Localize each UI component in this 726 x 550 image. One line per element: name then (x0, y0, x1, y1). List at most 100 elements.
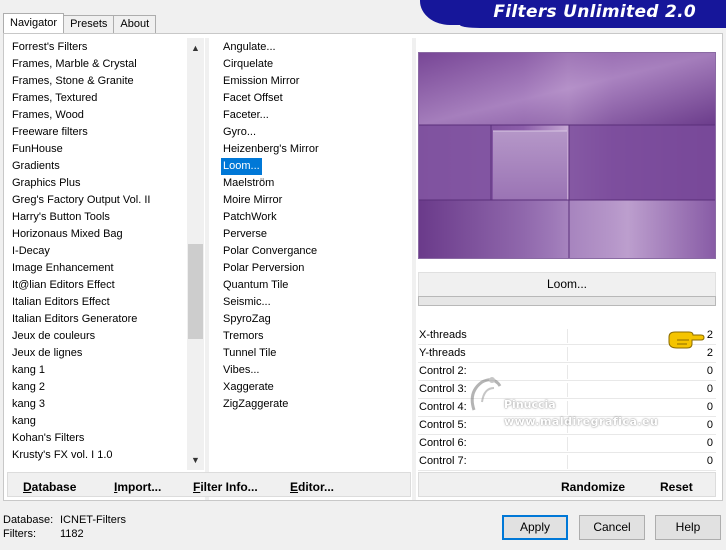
watermark-logo-icon (470, 377, 502, 411)
banner-underline (460, 25, 726, 28)
category-item[interactable]: FunHouse (12, 141, 63, 158)
filters-count-value: 1182 (60, 528, 84, 540)
scrollbar-thumb[interactable] (188, 244, 203, 339)
help-button[interactable]: Help (655, 515, 721, 540)
category-item[interactable]: Italian Editors Generatore (12, 311, 137, 328)
control-label: Control 4: (419, 401, 467, 413)
editor-button[interactable]: Editor... (290, 480, 334, 494)
category-item[interactable]: Krusty's FX vol. I 1.0 (12, 447, 113, 464)
watermark: Pinuccia www.maldiregrafica.eu (464, 372, 684, 442)
category-item[interactable]: Freeware filters (12, 124, 88, 141)
control-label: X-threads (419, 329, 467, 341)
category-item[interactable]: It@lian Editors Effect (12, 277, 115, 294)
list-divider (205, 38, 209, 500)
cancel-button[interactable]: Cancel (579, 515, 645, 540)
filter-item[interactable]: SpyroZag (221, 311, 273, 328)
pointing-hand-icon (665, 328, 705, 350)
filter-item[interactable]: Facet Offset (221, 90, 285, 107)
control-value: 0 (706, 383, 713, 395)
control-label: Y-threads (419, 347, 466, 359)
category-item[interactable]: Image Enhancement (12, 260, 114, 277)
category-item[interactable]: kang 3 (12, 396, 45, 413)
category-list[interactable]: Forrest's Filters Frames, Marble & Crysta… (7, 38, 187, 470)
category-item[interactable]: Italian Editors Effect (12, 294, 110, 311)
category-item[interactable]: I-Decay (12, 243, 50, 260)
filter-item[interactable]: ZigZaggerate (221, 396, 290, 413)
filter-item[interactable]: Heizenberg's Mirror (221, 141, 321, 158)
filter-item[interactable]: Polar Convergance (221, 243, 319, 260)
banner-title: Filters Unlimited 2.0 (493, 2, 696, 22)
controls-button-bar: Randomize Reset (418, 472, 716, 497)
control-label: Control 7: (419, 455, 467, 467)
database-button[interactable]: Database (23, 480, 76, 494)
watermark-url: www.maldiregrafica.eu (504, 415, 659, 428)
category-item[interactable]: Jeux de lignes (12, 345, 82, 362)
category-item[interactable]: kang 2 (12, 379, 45, 396)
control-slider-track[interactable] (567, 347, 568, 361)
import-button[interactable]: Import... (114, 480, 161, 494)
filter-item[interactable]: Moire Mirror (221, 192, 284, 209)
scroll-up-icon[interactable]: ▲ (187, 40, 204, 57)
apply-button[interactable]: Apply (502, 515, 568, 540)
tab-navigator[interactable]: Navigator (3, 13, 65, 33)
filter-item[interactable]: Xaggerate (221, 379, 276, 396)
filter-item[interactable]: Faceter... (221, 107, 271, 124)
filter-item[interactable]: Gyro... (221, 124, 258, 141)
filter-item[interactable]: Cirquelate (221, 56, 275, 73)
database-label: Database: (3, 514, 54, 526)
control-value: 0 (706, 365, 713, 377)
filter-item-selected[interactable]: Loom... (221, 158, 262, 175)
watermark-name: Pinuccia (504, 398, 556, 411)
category-item[interactable]: Greg's Factory Output Vol. II (12, 192, 150, 209)
control-value: 2 (706, 347, 713, 359)
category-item[interactable]: Kohan's Filters (12, 430, 84, 447)
preview-image (418, 52, 716, 259)
control-label: Control 3: (419, 383, 467, 395)
category-item[interactable]: kang (12, 413, 36, 430)
reset-button[interactable]: Reset (660, 480, 693, 494)
progress-bar (418, 296, 716, 306)
category-item[interactable]: Horizonaus Mixed Bag (12, 226, 123, 243)
filter-item[interactable]: Quantum Tile (221, 277, 290, 294)
category-item[interactable]: Harry's Button Tools (12, 209, 110, 226)
category-scrollbar[interactable]: ▲ ▼ (187, 38, 204, 470)
control-value: 0 (706, 437, 713, 449)
filter-list[interactable]: Angulate... Cirquelate Emission Mirror Face… (211, 38, 411, 470)
control-value: 0 (706, 419, 713, 431)
control-row[interactable]: Control 7: 0 (418, 453, 716, 471)
filter-item[interactable]: Vibes... (221, 362, 262, 379)
control-slider-track[interactable] (567, 455, 568, 469)
filter-item[interactable]: Tremors (221, 328, 266, 345)
category-item[interactable]: Frames, Textured (12, 90, 97, 107)
filter-item[interactable]: Emission Mirror (221, 73, 301, 90)
filter-item[interactable]: Angulate... (221, 39, 278, 56)
category-item[interactable]: Frames, Marble & Crystal (12, 56, 137, 73)
filter-item[interactable]: Polar Perversion (221, 260, 306, 277)
category-item[interactable]: Graphics Plus (12, 175, 80, 192)
filter-item[interactable]: Maelström (221, 175, 276, 192)
category-item[interactable]: Frames, Stone & Granite (12, 73, 134, 90)
filter-info-button[interactable]: Filter Info... (193, 480, 258, 494)
filters-count-label: Filters: (3, 528, 36, 540)
category-item[interactable]: kang 1 (12, 362, 45, 379)
control-label: Control 5: (419, 419, 467, 431)
filter-item[interactable]: Seismic... (221, 294, 273, 311)
category-item[interactable]: Gradients (12, 158, 60, 175)
control-value: 2 (706, 329, 713, 341)
category-item[interactable]: Frames, Wood (12, 107, 84, 124)
category-item[interactable]: Forrest's Filters (12, 39, 87, 56)
scroll-down-icon[interactable]: ▼ (187, 452, 204, 469)
filter-item[interactable]: Perverse (221, 226, 269, 243)
randomize-button[interactable]: Randomize (561, 480, 625, 494)
category-item[interactable]: Jeux de couleurs (12, 328, 95, 345)
preview-divider (412, 38, 416, 500)
control-value: 0 (706, 455, 713, 467)
filter-item[interactable]: PatchWork (221, 209, 279, 226)
filter-item[interactable]: Tunnel Tile (221, 345, 278, 362)
tab-about[interactable]: About (113, 15, 157, 33)
database-value: ICNET-Filters (60, 514, 126, 526)
tab-presets[interactable]: Presets (63, 15, 115, 33)
control-slider-track[interactable] (567, 329, 568, 343)
navigator-button-bar: Database Import... Filter Info... Editor… (7, 472, 411, 497)
loom-preview-graphic (419, 53, 715, 258)
